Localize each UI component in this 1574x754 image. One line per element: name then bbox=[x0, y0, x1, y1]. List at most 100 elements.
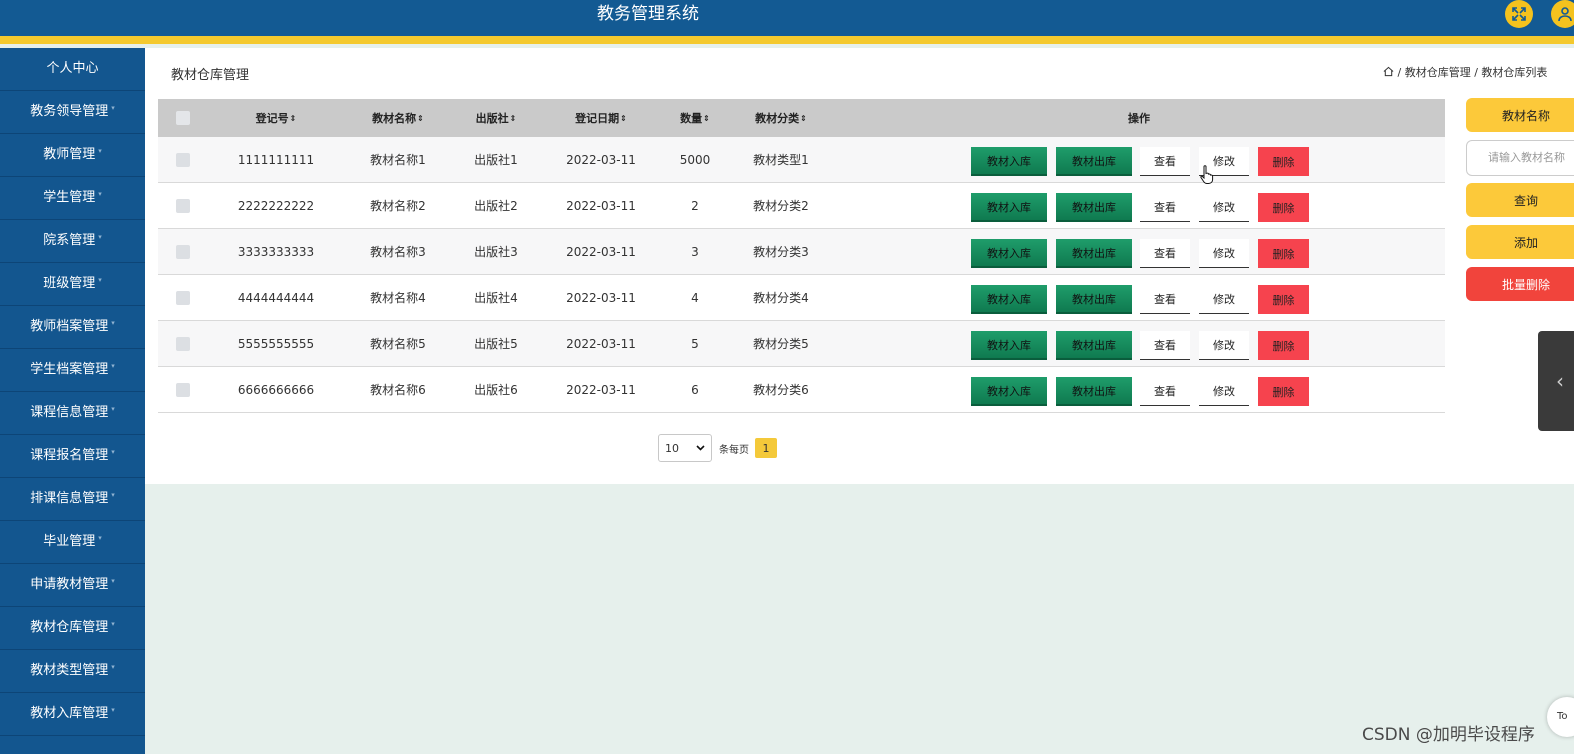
cell-name: 教材名称3 bbox=[370, 245, 426, 259]
sort-icon[interactable]: ⇕ bbox=[510, 114, 517, 123]
cell-name: 教材名称5 bbox=[370, 337, 426, 351]
stock-in-button[interactable]: 教材入库 bbox=[971, 193, 1047, 222]
sidebar-item[interactable]: 教师档案管理 ▾ bbox=[0, 306, 145, 349]
delete-button[interactable]: 删除 bbox=[1258, 147, 1309, 176]
stock-out-button[interactable]: 教材出库 bbox=[1056, 239, 1132, 268]
sidebar-item[interactable]: 个人中心 bbox=[0, 48, 145, 91]
sidebar-item-label: 申请教材管理 bbox=[30, 577, 109, 592]
cell-quantity: 2 bbox=[691, 198, 699, 213]
delete-button[interactable]: 删除 bbox=[1258, 239, 1309, 268]
sidebar-item[interactable]: 班级管理 ▾ bbox=[0, 263, 145, 306]
stock-out-button[interactable]: 教材出库 bbox=[1056, 331, 1132, 360]
cell-category: 教材类型1 bbox=[753, 153, 809, 167]
sidebar-item[interactable]: 教材类型管理 ▾ bbox=[0, 650, 145, 693]
cell-quantity: 4 bbox=[691, 290, 699, 305]
col-reg-no[interactable]: 登记号 ⇕ bbox=[226, 99, 326, 137]
user-button[interactable] bbox=[1551, 0, 1574, 28]
row-checkbox[interactable] bbox=[176, 183, 190, 228]
stock-out-button[interactable]: 教材出库 bbox=[1056, 285, 1132, 314]
chevron-down-icon: ▾ bbox=[111, 319, 115, 327]
col-actions: 操作 bbox=[1128, 112, 1150, 125]
col-name[interactable]: 教材名称 ⇕ bbox=[348, 99, 448, 137]
chevron-down-icon: ▾ bbox=[98, 147, 102, 155]
view-button[interactable]: 查看 bbox=[1140, 239, 1190, 268]
sidebar-item-label: 学生管理 bbox=[43, 190, 96, 205]
table-row: 5555555555 教材名称5 出版社5 2022-03-11 5 教材分类5 教材入库教… bbox=[158, 321, 1445, 367]
cell-publisher: 出版社4 bbox=[474, 291, 518, 305]
sidebar-item[interactable]: 教师管理 ▾ bbox=[0, 134, 145, 177]
view-button[interactable]: 查看 bbox=[1140, 285, 1190, 314]
stock-in-button[interactable]: 教材入库 bbox=[971, 377, 1047, 406]
col-reg-date[interactable]: 登记日期 ⇕ bbox=[551, 99, 651, 137]
edit-button[interactable]: 修改 bbox=[1199, 331, 1249, 360]
batch-delete-button[interactable]: 批量删除 bbox=[1466, 267, 1574, 301]
fullscreen-button[interactable] bbox=[1505, 0, 1533, 28]
select-all-checkbox[interactable] bbox=[176, 99, 190, 137]
view-button[interactable]: 查看 bbox=[1140, 147, 1190, 176]
col-category[interactable]: 教材分类 ⇕ bbox=[731, 99, 831, 137]
stock-in-button[interactable]: 教材入库 bbox=[971, 239, 1047, 268]
home-icon[interactable] bbox=[1383, 66, 1394, 77]
sort-icon[interactable]: ⇕ bbox=[703, 114, 710, 123]
view-button[interactable]: 查看 bbox=[1140, 377, 1190, 406]
chevron-down-icon: ▾ bbox=[111, 448, 115, 456]
sidebar-item-label: 学生档案管理 bbox=[30, 362, 109, 377]
cell-publisher: 出版社2 bbox=[474, 199, 518, 213]
stock-out-button[interactable]: 教材出库 bbox=[1056, 193, 1132, 222]
sidebar-item-label: 教师档案管理 bbox=[30, 319, 109, 334]
sidebar-item[interactable]: 课程信息管理 ▾ bbox=[0, 392, 145, 435]
delete-button[interactable]: 删除 bbox=[1258, 377, 1309, 406]
row-checkbox[interactable] bbox=[176, 321, 190, 366]
header-accent-bar bbox=[0, 36, 1574, 44]
sort-icon[interactable]: ⇕ bbox=[290, 114, 297, 123]
col-quantity[interactable]: 数量 ⇕ bbox=[645, 99, 745, 137]
row-checkbox[interactable] bbox=[176, 229, 190, 274]
sidebar-item[interactable]: 申请教材管理 ▾ bbox=[0, 564, 145, 607]
view-button[interactable]: 查看 bbox=[1140, 331, 1190, 360]
view-button[interactable]: 查看 bbox=[1140, 193, 1190, 222]
sidebar-item[interactable]: 学生管理 ▾ bbox=[0, 177, 145, 220]
row-checkbox[interactable] bbox=[176, 137, 190, 182]
cell-category: 教材分类6 bbox=[753, 383, 809, 397]
sidebar-item[interactable]: 教务领导管理 ▾ bbox=[0, 91, 145, 134]
sidebar-item[interactable]: 课程报名管理 ▾ bbox=[0, 435, 145, 478]
delete-button[interactable]: 删除 bbox=[1258, 331, 1309, 360]
cell-reg-no: 6666666666 bbox=[237, 382, 315, 397]
edit-button[interactable]: 修改 bbox=[1199, 193, 1249, 222]
edit-button[interactable]: 修改 bbox=[1199, 239, 1249, 268]
row-checkbox[interactable] bbox=[176, 367, 190, 412]
sidebar-item[interactable]: 教材入库管理 ▾ bbox=[0, 693, 145, 736]
sort-icon[interactable]: ⇕ bbox=[417, 114, 424, 123]
side-panel-toggle[interactable]: ‹ bbox=[1538, 331, 1574, 431]
sidebar-item[interactable]: 教材仓库管理 ▾ bbox=[0, 607, 145, 650]
back-to-top-button[interactable]: To bbox=[1547, 697, 1574, 737]
row-checkbox[interactable] bbox=[176, 275, 190, 320]
query-button[interactable]: 查询 bbox=[1466, 183, 1574, 217]
stock-in-button[interactable]: 教材入库 bbox=[971, 147, 1047, 176]
sidebar-item[interactable]: 院系管理 ▾ bbox=[0, 220, 145, 263]
edit-button[interactable]: 修改 bbox=[1199, 377, 1249, 406]
search-field-label: 教材名称 bbox=[1466, 98, 1574, 132]
cell-reg-date: 2022-03-11 bbox=[566, 290, 636, 305]
breadcrumb-item[interactable]: 教材仓库管理 bbox=[1405, 66, 1471, 79]
search-input[interactable]: 请输入教材名称 bbox=[1466, 140, 1574, 176]
page-number-current[interactable]: 1 bbox=[755, 438, 777, 458]
stock-out-button[interactable]: 教材出库 bbox=[1056, 377, 1132, 406]
page-size-select[interactable]: 10 bbox=[658, 434, 712, 462]
edit-button[interactable]: 修改 bbox=[1199, 285, 1249, 314]
delete-button[interactable]: 删除 bbox=[1258, 285, 1309, 314]
add-button[interactable]: 添加 bbox=[1466, 225, 1574, 259]
stock-in-button[interactable]: 教材入库 bbox=[971, 331, 1047, 360]
sidebar-item[interactable]: 排课信息管理 ▾ bbox=[0, 478, 145, 521]
stock-in-button[interactable]: 教材入库 bbox=[971, 285, 1047, 314]
sidebar-item[interactable]: 毕业管理 ▾ bbox=[0, 521, 145, 564]
sidebar-item-label: 院系管理 bbox=[43, 233, 96, 248]
sort-icon[interactable]: ⇕ bbox=[620, 114, 627, 123]
data-table: 登记号 ⇕ 教材名称 ⇕ 出版社 ⇕ 登记日期 ⇕ 数量 ⇕ 教材分类 ⇕ 操作 11111… bbox=[158, 99, 1445, 413]
sidebar-item[interactable]: 学生档案管理 ▾ bbox=[0, 349, 145, 392]
delete-button[interactable]: 删除 bbox=[1258, 193, 1309, 222]
stock-out-button[interactable]: 教材出库 bbox=[1056, 147, 1132, 176]
cell-category: 教材分类3 bbox=[753, 245, 809, 259]
sort-icon[interactable]: ⇕ bbox=[800, 114, 807, 123]
col-publisher[interactable]: 出版社 ⇕ bbox=[446, 99, 546, 137]
